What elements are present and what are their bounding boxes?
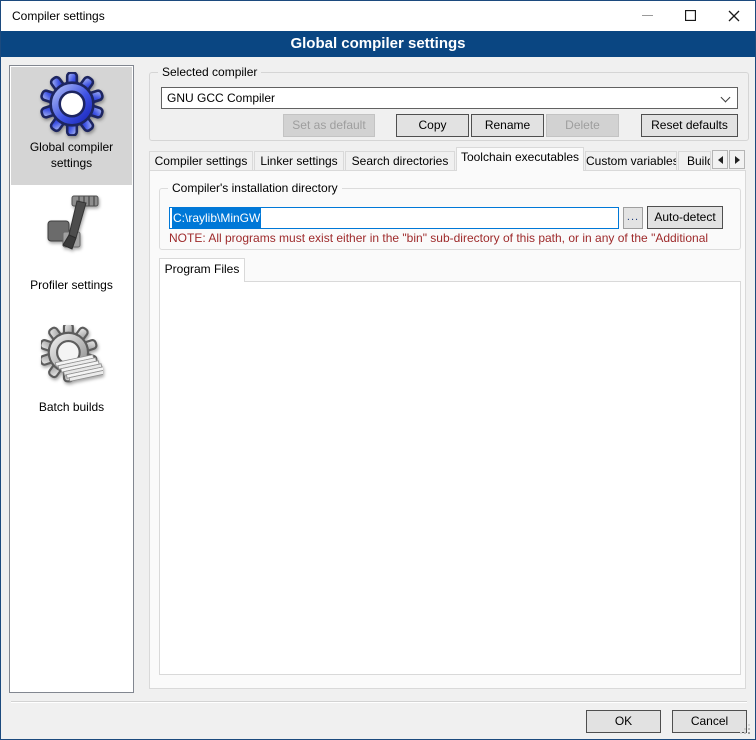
reset-defaults-button[interactable]: Reset defaults <box>641 114 738 137</box>
rename-button[interactable]: Rename <box>471 114 544 137</box>
blue-gear-icon <box>40 72 104 136</box>
ok-button[interactable]: OK <box>586 710 661 733</box>
compiler-settings-window: Compiler settings Global compiler settin… <box>0 0 756 740</box>
set-as-default-button[interactable]: Set as default <box>283 114 375 137</box>
sidebar-item-batch-builds[interactable]: Batch builds <box>11 303 132 433</box>
close-icon <box>728 10 740 22</box>
note-text: NOTE: All programs must exist either in … <box>169 231 735 245</box>
delete-button[interactable]: Delete <box>546 114 619 137</box>
sidebar-item-label: Profiler settings <box>13 277 130 293</box>
tab-scroll-left-button[interactable] <box>712 150 728 169</box>
gray-gear-stack-icon <box>41 325 103 387</box>
compiler-select[interactable]: GNU GCC Compiler <box>161 87 738 109</box>
close-button[interactable] <box>712 1 755 30</box>
cancel-button[interactable]: Cancel <box>672 710 747 733</box>
title-bar: Compiler settings <box>1 1 755 31</box>
resize-grip[interactable] <box>739 723 751 735</box>
copy-button[interactable]: Copy <box>396 114 469 137</box>
footer-divider <box>11 701 747 703</box>
tab-linker-settings[interactable]: Linker settings <box>254 151 344 171</box>
installation-directory-browse-button[interactable]: ... <box>623 207 643 229</box>
tab-search-directories[interactable]: Search directories <box>345 151 455 171</box>
auto-detect-button[interactable]: Auto-detect <box>647 206 723 229</box>
selected-compiler-group-label: Selected compiler <box>158 65 261 80</box>
sidebar-item-label: Global compiler settings <box>13 139 130 171</box>
sidebar-item-global-compiler-settings[interactable]: Global compiler settings <box>11 67 132 185</box>
left-arrow-icon <box>718 156 723 164</box>
maximize-icon <box>685 10 696 21</box>
tab-build-options[interactable]: Build <box>678 151 711 171</box>
minimize-icon <box>642 10 653 21</box>
minimize-button[interactable] <box>626 1 669 30</box>
tab-custom-variables[interactable]: Custom variables <box>585 151 677 171</box>
window-title: Compiler settings <box>12 1 105 31</box>
sidebar-item-profiler-settings[interactable]: Profiler settings <box>11 185 132 303</box>
tab-compiler-settings[interactable]: Compiler settings <box>149 151 253 171</box>
selected-text: C:\raylib\MinGW <box>172 207 261 229</box>
tab-program-files[interactable]: Program Files <box>159 258 245 282</box>
chevron-down-icon <box>721 93 731 103</box>
caliper-icon <box>42 192 102 252</box>
sidebar-item-label: Batch builds <box>13 399 130 415</box>
maximize-button[interactable] <box>669 1 712 30</box>
tab-toolchain-executables[interactable]: Toolchain executables <box>456 147 584 171</box>
program-files-page <box>159 281 741 675</box>
dialog-header: Global compiler settings <box>1 31 755 57</box>
compiler-select-value: GNU GCC Compiler <box>167 91 275 105</box>
right-arrow-icon <box>735 156 740 164</box>
installation-directory-group-label: Compiler's installation directory <box>168 181 342 196</box>
tab-scroll-right-button[interactable] <box>729 150 745 169</box>
settings-category-list: Global compiler settings Profiler settin… <box>9 65 134 693</box>
installation-directory-input[interactable]: C:\raylib\MinGW <box>169 207 619 229</box>
